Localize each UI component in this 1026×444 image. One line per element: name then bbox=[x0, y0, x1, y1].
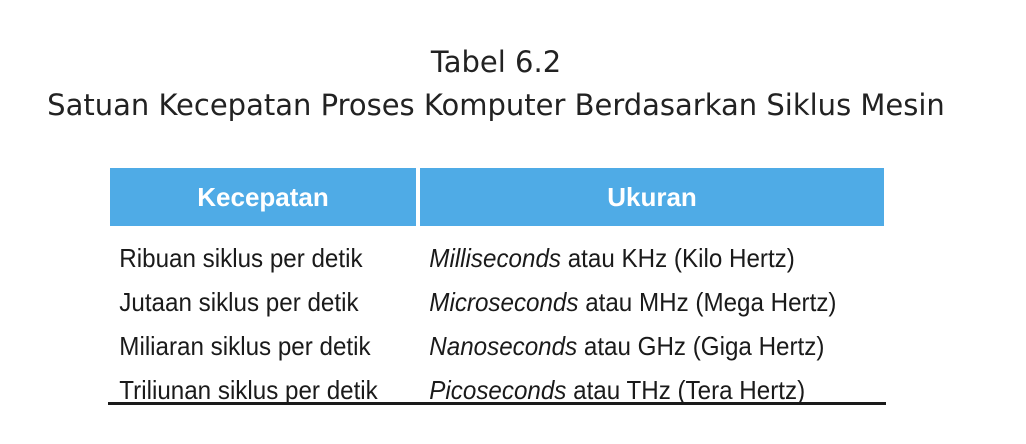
table-row: Triliunan siklus per detik Picoseconds a… bbox=[110, 368, 884, 412]
unit-description: atau MHz (Mega Hertz) bbox=[578, 287, 837, 317]
speed-cell: Miliaran siklus per detik bbox=[119, 331, 371, 361]
table-caption-title: Satuan Kecepatan Proses Komputer Berdasa… bbox=[47, 88, 945, 122]
table-body: Ribuan siklus per detik Milliseconds ata… bbox=[110, 236, 884, 412]
header-kecepatan: Kecepatan bbox=[110, 168, 416, 226]
table-row: Ribuan siklus per detik Milliseconds ata… bbox=[110, 236, 884, 280]
speed-cell: Triliunan siklus per detik bbox=[119, 375, 378, 405]
unit-description: atau THz (Tera Hertz) bbox=[566, 375, 806, 405]
unit-term: Nanoseconds bbox=[429, 331, 578, 361]
speed-cell: Jutaan siklus per detik bbox=[119, 287, 359, 317]
speed-cell: Ribuan siklus per detik bbox=[119, 243, 363, 273]
unit-description: atau KHz (Kilo Hertz) bbox=[560, 243, 795, 273]
unit-cell: Milliseconds atau KHz (Kilo Hertz) bbox=[420, 243, 852, 273]
unit-description: atau GHz (Giga Hertz) bbox=[577, 331, 825, 361]
unit-term: Picoseconds bbox=[429, 375, 567, 405]
table-row: Jutaan siklus per detik Microseconds ata… bbox=[110, 280, 884, 324]
unit-cell: Picoseconds atau THz (Tera Hertz) bbox=[420, 375, 852, 405]
table-caption-number: Tabel 6.2 bbox=[430, 45, 562, 79]
unit-cell: Microseconds atau MHz (Mega Hertz) bbox=[420, 287, 852, 317]
unit-term: Milliseconds bbox=[429, 243, 561, 273]
table-row: Miliaran siklus per detik Nanoseconds at… bbox=[110, 324, 884, 368]
table-header-row: Kecepatan Ukuran bbox=[110, 168, 884, 226]
unit-cell: Nanoseconds atau GHz (Giga Hertz) bbox=[420, 331, 852, 361]
speed-units-table: Kecepatan Ukuran Ribuan siklus per detik… bbox=[110, 168, 884, 412]
unit-term: Microseconds bbox=[429, 287, 579, 317]
table-bottom-rule bbox=[108, 402, 886, 405]
header-ukuran: Ukuran bbox=[420, 168, 884, 226]
